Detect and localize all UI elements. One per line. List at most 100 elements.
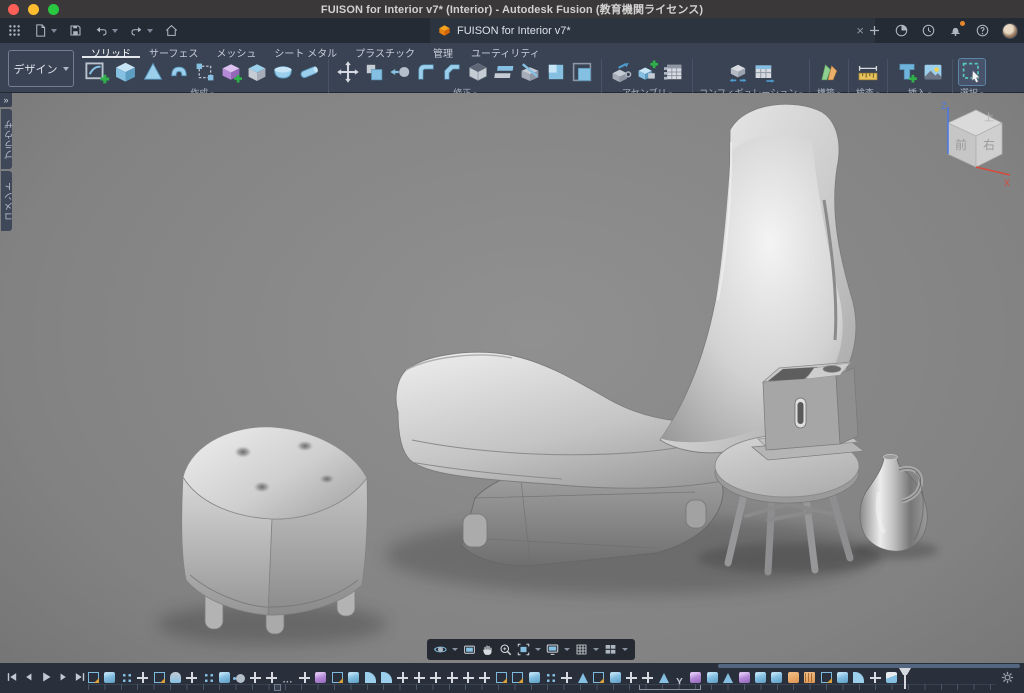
- help-button[interactable]: [975, 23, 990, 38]
- sphere-button[interactable]: [270, 59, 296, 85]
- minimize-window-button[interactable]: [28, 4, 39, 15]
- skip-to-start-button[interactable]: [5, 670, 19, 684]
- chevron-down-icon[interactable]: [452, 648, 458, 651]
- timeline-feature-extrude[interactable]: [610, 672, 621, 683]
- combine-button[interactable]: [361, 59, 387, 85]
- undo-button[interactable]: [94, 23, 118, 38]
- timeline-settings-button[interactable]: [1000, 670, 1015, 685]
- timeline-feature-sketch[interactable]: [88, 672, 99, 683]
- file-button[interactable]: [33, 23, 57, 38]
- timeline-feature-move[interactable]: [463, 672, 474, 683]
- timeline-feature-move[interactable]: [266, 672, 277, 683]
- loft-button[interactable]: [192, 59, 218, 85]
- tab-utilities[interactable]: ユーティリティ: [462, 43, 549, 58]
- timeline-feature-mirror[interactable]: [674, 672, 685, 683]
- timeline-feature-move[interactable]: [626, 672, 637, 683]
- timeline-feature-sketch[interactable]: [593, 672, 604, 683]
- timeline-feature-move[interactable]: [250, 672, 261, 683]
- play-button[interactable]: [39, 670, 53, 684]
- tab-surface[interactable]: サーフェス: [140, 43, 207, 58]
- configuration-table-button[interactable]: [751, 59, 777, 85]
- timeline-feature-sketch[interactable]: [821, 672, 832, 683]
- new-component-button[interactable]: [634, 59, 660, 85]
- timeline-feature-move[interactable]: [430, 672, 441, 683]
- create-form-button[interactable]: [218, 59, 244, 85]
- timeline-feature-extrude[interactable]: [529, 672, 540, 683]
- timeline-feature-revolve[interactable]: [723, 673, 733, 683]
- timeline-feature-extrude[interactable]: [348, 672, 359, 683]
- chamfer-button[interactable]: [439, 59, 465, 85]
- tab-solid[interactable]: ソリッド: [82, 43, 140, 58]
- press-pull-button[interactable]: [491, 59, 517, 85]
- insert-image-button[interactable]: [920, 59, 946, 85]
- close-window-button[interactable]: [8, 4, 19, 15]
- timeline-feature-form[interactable]: [315, 672, 326, 683]
- timeline-feature-form[interactable]: [690, 672, 701, 683]
- viewcube[interactable]: 上 前 右 Z X: [936, 99, 1012, 187]
- viewports-button[interactable]: [602, 642, 619, 657]
- timeline-feature-extrude[interactable]: [837, 672, 848, 683]
- job-status-button[interactable]: [921, 23, 936, 38]
- redo-button[interactable]: [129, 23, 153, 38]
- timeline-feature-offset[interactable]: [236, 674, 245, 683]
- save-button[interactable]: [68, 23, 83, 38]
- timeline-feature-move[interactable]: [137, 672, 148, 683]
- timeline-playhead[interactable]: [899, 668, 911, 690]
- timeline-feature-orange2[interactable]: [804, 672, 815, 683]
- fit-button[interactable]: [515, 642, 532, 657]
- timeline-feature-sketch[interactable]: [332, 672, 343, 683]
- shell-button[interactable]: [465, 59, 491, 85]
- timeline-feature-form[interactable]: [739, 672, 750, 683]
- timeline-feature-move[interactable]: [642, 672, 653, 683]
- tab-manage[interactable]: 管理: [424, 43, 462, 58]
- tab-plastic[interactable]: プラスチック: [346, 43, 424, 58]
- offset-button[interactable]: [387, 59, 413, 85]
- timeline-feature-fillet[interactable]: [381, 672, 392, 683]
- measure-button[interactable]: [855, 59, 881, 85]
- timeline-feature-revolve[interactable]: [578, 673, 588, 683]
- timeline-feature-fillet[interactable]: [853, 672, 864, 683]
- timeline-feature-move[interactable]: [414, 672, 425, 683]
- workspace-selector[interactable]: デザイン: [8, 50, 74, 87]
- sweep-button[interactable]: [166, 59, 192, 85]
- look-at-button[interactable]: [461, 642, 478, 657]
- joint-button[interactable]: [608, 59, 634, 85]
- extrude-button[interactable]: [111, 57, 140, 86]
- chevron-down-icon[interactable]: [535, 648, 541, 651]
- pan-button[interactable]: [479, 642, 496, 657]
- revolve-button[interactable]: [140, 59, 166, 85]
- replace-face-button[interactable]: [543, 59, 569, 85]
- timeline-feature-move[interactable]: [299, 672, 310, 683]
- tab-mesh[interactable]: メッシュ: [207, 43, 265, 58]
- chevron-down-icon[interactable]: [622, 648, 628, 651]
- timeline-feature-pattern[interactable]: [203, 672, 214, 683]
- orbit-button[interactable]: [432, 642, 449, 657]
- timeline-feature-sketch[interactable]: [496, 672, 507, 683]
- select-button[interactable]: [959, 59, 985, 85]
- timeline-feature-fillet[interactable]: [365, 672, 376, 683]
- timeline-feature-move[interactable]: [447, 672, 458, 683]
- box-button[interactable]: [244, 59, 270, 85]
- timeline-feature-orange[interactable]: [788, 672, 799, 683]
- timeline-feature-extrude[interactable]: [104, 672, 115, 683]
- tab-sheet-metal[interactable]: シート メタル: [265, 43, 346, 58]
- zoom-button[interactable]: [497, 642, 514, 657]
- pipe-button[interactable]: [296, 59, 322, 85]
- grid-display-button[interactable]: [573, 642, 590, 657]
- configuration-button[interactable]: [725, 59, 751, 85]
- move-button[interactable]: [335, 59, 361, 85]
- app-menu-button[interactable]: [7, 23, 22, 38]
- bom-button[interactable]: [660, 59, 686, 85]
- storage-box[interactable]: [752, 362, 864, 460]
- pattern-button[interactable]: [569, 59, 595, 85]
- timeline-feature-cube[interactable]: [886, 672, 897, 683]
- tufted-ottoman[interactable]: [182, 427, 368, 634]
- timeline-feature-pattern[interactable]: [545, 672, 556, 683]
- chevron-down-icon[interactable]: [593, 648, 599, 651]
- timeline-scrollbar[interactable]: [718, 664, 1020, 668]
- add-tab-button[interactable]: [867, 23, 882, 38]
- vase[interactable]: [860, 454, 927, 551]
- home-button[interactable]: [164, 23, 179, 38]
- timeline-feature-pattern[interactable]: [121, 672, 132, 683]
- panel-tab-comment[interactable]: コメント: [1, 171, 12, 231]
